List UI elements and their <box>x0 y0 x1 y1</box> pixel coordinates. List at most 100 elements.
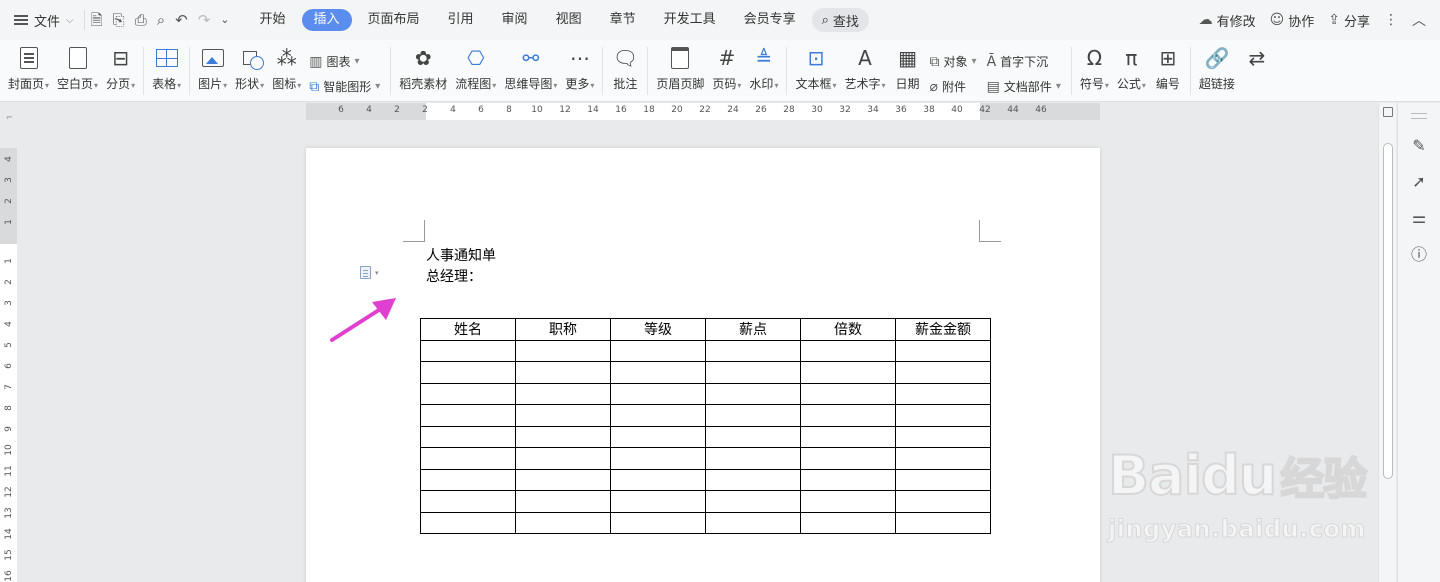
object-button[interactable]: ⧉ 对象 ▾ <box>930 53 977 70</box>
table-cell[interactable] <box>515 404 611 427</box>
hyperlink-button[interactable]: 🔗 超链接 <box>1199 40 1235 102</box>
table-cell[interactable] <box>800 361 896 384</box>
table-header-cell[interactable]: 职称 <box>515 318 611 341</box>
search-button[interactable]: ⌕ 查找 <box>811 8 869 32</box>
undo-icon[interactable]: ↶ <box>175 10 188 30</box>
table-cell[interactable] <box>800 468 896 491</box>
table-cell[interactable] <box>895 468 991 491</box>
table-cell[interactable] <box>705 511 801 534</box>
table-cell[interactable] <box>800 425 896 448</box>
table-cell[interactable] <box>895 361 991 384</box>
table-header-cell[interactable]: 倍数 <box>800 318 896 341</box>
watermark-button[interactable]: ≜ 水印▾ <box>749 40 778 102</box>
table-cell[interactable] <box>610 468 706 491</box>
table-cell[interactable] <box>800 447 896 470</box>
format-painter-icon[interactable]: ⎘ <box>113 10 125 30</box>
table-cell[interactable] <box>895 339 991 362</box>
table-cell[interactable] <box>895 511 991 534</box>
table-cell[interactable] <box>800 404 896 427</box>
table-cell[interactable] <box>515 361 611 384</box>
flowchart-button[interactable]: ⎔ 流程图▾ <box>455 40 496 102</box>
wordart-button[interactable]: A 艺术字▾ <box>844 40 885 102</box>
document-title[interactable]: 人事通知单 <box>426 245 496 265</box>
page-break-button[interactable]: ⊟ 分页▾ <box>106 40 135 102</box>
table-cell[interactable] <box>515 339 611 362</box>
tab-chapter[interactable]: 章节 <box>598 9 648 31</box>
table-cell[interactable] <box>420 447 516 470</box>
table-cell[interactable] <box>610 361 706 384</box>
panel-grip-icon[interactable] <box>1411 113 1427 119</box>
numbering-button[interactable]: ⊞ 编号 <box>1154 40 1182 102</box>
table-cell[interactable] <box>800 511 896 534</box>
scroll-top-button[interactable] <box>1383 107 1393 117</box>
table-cell[interactable] <box>515 447 611 470</box>
docer-material-button[interactable]: ✿ 稻壳素材 <box>399 40 447 102</box>
table-cell[interactable] <box>420 490 516 513</box>
print-preview-icon[interactable]: ⌕ <box>157 10 165 30</box>
table-cell[interactable] <box>515 425 611 448</box>
doc-parts-button[interactable]: ▤ 文档部件 ▾ <box>987 78 1061 95</box>
tab-developer[interactable]: 开发工具 <box>652 9 728 31</box>
file-menu-button[interactable]: 文件 ⌵ <box>0 0 84 40</box>
table-cell[interactable] <box>895 490 991 513</box>
table-cell[interactable] <box>705 361 801 384</box>
cover-page-button[interactable]: 封面页▾ <box>8 40 49 102</box>
cross-ref-button[interactable]: ⇄ <box>1243 40 1271 102</box>
tab-review[interactable]: 审阅 <box>490 9 540 31</box>
table-cell[interactable] <box>420 382 516 405</box>
modified-status-button[interactable]: ☁ 有修改 <box>1199 11 1256 30</box>
comment-button[interactable]: 🗨 批注 <box>611 40 639 102</box>
date-button[interactable]: ▦ 日期 <box>894 40 922 102</box>
table-cell[interactable] <box>420 468 516 491</box>
table-cell[interactable] <box>895 404 991 427</box>
vertical-ruler[interactable]: 4 3 2 1 1 2 3 4 5 6 7 8 9 10 11 12 13 14 15 16 <box>0 120 17 582</box>
document-recipient-line[interactable]: 总经理： <box>426 266 482 286</box>
table-header-cell[interactable]: 薪金金额 <box>895 318 991 341</box>
vertical-scrollbar[interactable] <box>1378 103 1396 582</box>
help-icon[interactable]: ⓘ <box>1408 243 1430 264</box>
personnel-table[interactable]: 姓名 职称 等级 薪点 倍数 薪金金额 <box>420 318 991 534</box>
smart-graphic-button[interactable]: ⧉ 智能图形 ▾ <box>309 78 380 95</box>
table-cell[interactable] <box>895 425 991 448</box>
table-cell[interactable] <box>705 425 801 448</box>
table-cell[interactable] <box>705 382 801 405</box>
attachment-button[interactable]: ⌀ 附件 <box>930 78 977 95</box>
tab-home[interactable]: 开始 <box>247 9 297 31</box>
collapse-ribbon-icon[interactable]: ︿ <box>1412 10 1426 30</box>
table-header-cell[interactable]: 姓名 <box>420 318 516 341</box>
formula-button[interactable]: π 公式▾ <box>1117 40 1146 102</box>
share-button[interactable]: ⇪ 分享 <box>1328 11 1370 30</box>
table-cell[interactable] <box>610 425 706 448</box>
blank-page-button[interactable]: 空白页▾ <box>57 40 98 102</box>
symbol-button[interactable]: Ω 符号▾ <box>1080 40 1109 102</box>
document-page[interactable]: 人事通知单 ▾ 总经理： 姓名 职称 等级 薪点 倍数 薪金金额 <box>306 148 1100 582</box>
icon-library-button[interactable]: ⁂ 图标▾ <box>272 40 301 102</box>
pen-icon[interactable]: ✎ <box>1408 135 1430 155</box>
table-cell[interactable] <box>610 490 706 513</box>
textbox-button[interactable]: ⊡ 文本框▾ <box>795 40 836 102</box>
redo-icon[interactable]: ↷ <box>198 10 211 30</box>
page-number-button[interactable]: # 页码▾ <box>712 40 741 102</box>
table-cell[interactable] <box>420 404 516 427</box>
table-cell[interactable] <box>705 339 801 362</box>
drop-cap-button[interactable]: Ā 首字下沉 <box>987 53 1061 70</box>
table-cell[interactable] <box>610 339 706 362</box>
tab-references[interactable]: 引用 <box>436 9 486 31</box>
scrollbar-thumb[interactable] <box>1383 143 1393 479</box>
table-cell[interactable] <box>610 447 706 470</box>
table-cell[interactable] <box>420 425 516 448</box>
table-cell[interactable] <box>515 382 611 405</box>
table-cell[interactable] <box>420 511 516 534</box>
table-cell[interactable] <box>420 361 516 384</box>
cursor-select-icon[interactable]: ➚ <box>1408 171 1430 191</box>
chart-button[interactable]: ▥ 图表 ▾ <box>309 53 380 70</box>
sliders-icon[interactable]: ⚌ <box>1408 207 1430 227</box>
tab-view[interactable]: 视图 <box>544 9 594 31</box>
customize-toolbar-icon[interactable]: ⌄ <box>220 10 229 30</box>
table-cell[interactable] <box>705 468 801 491</box>
header-footer-button[interactable]: 页眉页脚 <box>656 40 704 102</box>
table-cell[interactable] <box>800 339 896 362</box>
table-cell[interactable] <box>800 382 896 405</box>
more-options-icon[interactable]: ⋮ <box>1384 12 1398 28</box>
table-cell[interactable] <box>800 490 896 513</box>
